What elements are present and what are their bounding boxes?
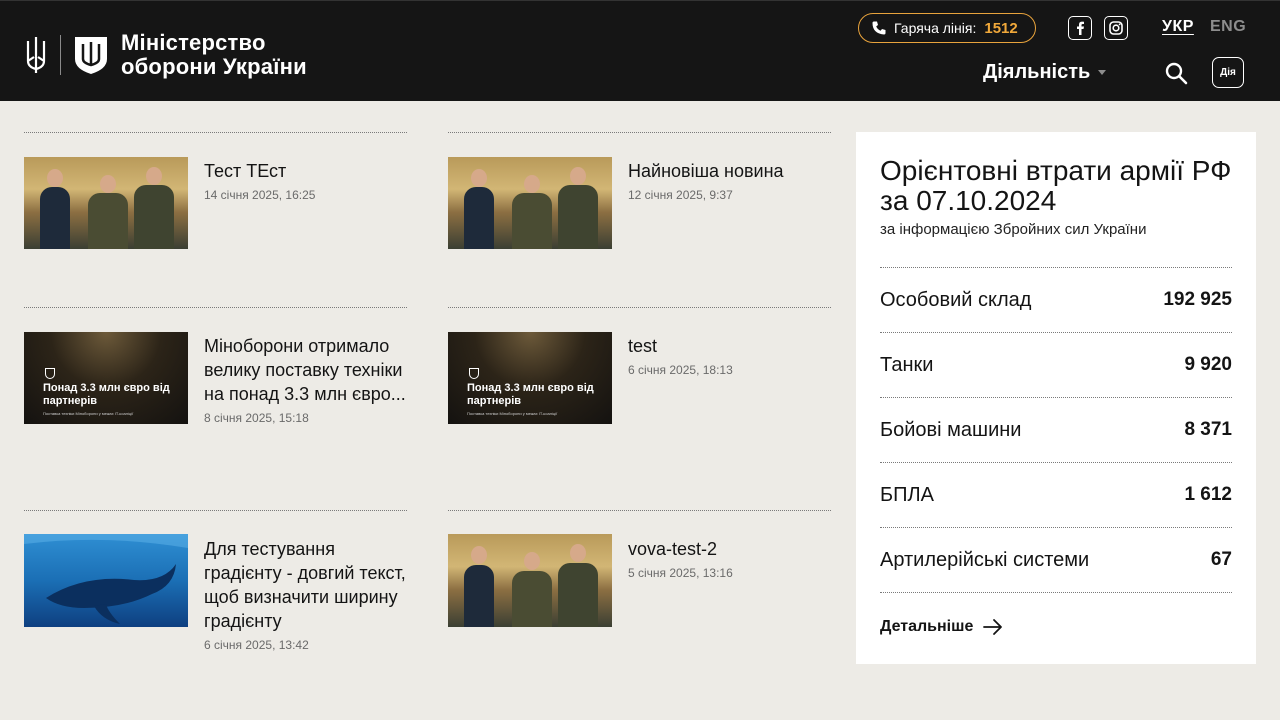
loss-label: Артилерійські системи — [880, 548, 1090, 571]
shield-icon — [45, 368, 55, 379]
thumbnail-text: Понад 3.3 млн євро від партнерів — [467, 382, 594, 407]
news-date: 5 січня 2025, 13:16 — [628, 566, 733, 580]
instagram-icon — [1109, 21, 1123, 35]
news-text: Тест ТЕст 14 січня 2025, 16:25 — [204, 159, 407, 202]
news-date: 6 січня 2025, 13:42 — [204, 638, 309, 652]
news-title[interactable]: Найновіша новина — [628, 159, 831, 183]
more-details-link[interactable]: Детальніше — [880, 618, 1003, 636]
loss-label: Танки — [880, 353, 934, 376]
thumbnail-caption: Поставка техніки Міноборони у межах IT-к… — [467, 411, 558, 416]
whale-icon — [24, 534, 188, 624]
hangar-photo: Понад 3.3 млн євро від партнерів Поставк… — [24, 332, 188, 424]
loss-value: 192 925 — [1163, 289, 1232, 310]
news-card[interactable]: Найновіша новина 12 січня 2025, 9:37 — [448, 132, 831, 282]
news-thumbnail[interactable]: Понад 3.3 млн євро від партнерів Поставк… — [24, 332, 188, 424]
chevron-down-icon — [1098, 70, 1107, 75]
losses-subtitle: за інформацією Збройних сил України — [880, 221, 1147, 238]
hotline-number: 1512 — [984, 19, 1018, 37]
trident-icon — [26, 37, 46, 73]
shield-icon — [469, 368, 479, 379]
team-photo — [448, 534, 612, 627]
loss-row-combat-vehicles: Бойові машини 8 371 — [880, 397, 1232, 462]
news-card[interactable]: Для тестування градієнту - довгий текст,… — [24, 510, 407, 690]
lang-eng-link[interactable]: ENG — [1210, 18, 1246, 36]
loss-value: 1 612 — [1184, 484, 1232, 505]
thumbnail-caption: Поставка техніки Міноборони у межах IT-к… — [43, 411, 134, 416]
loss-row-uav: БПЛА 1 612 — [880, 462, 1232, 527]
loss-value: 8 371 — [1184, 419, 1232, 440]
news-title[interactable]: vova-test-2 — [628, 537, 831, 561]
hangar-photo: Понад 3.3 млн євро від партнерів Поставк… — [448, 332, 612, 424]
news-title[interactable]: Тест ТЕст — [204, 159, 407, 183]
news-date: 6 січня 2025, 18:13 — [628, 363, 733, 377]
logo-divider — [60, 35, 61, 75]
thumbnail-text: Понад 3.3 млн євро від партнерів — [43, 382, 170, 407]
loss-value: 67 — [1210, 549, 1232, 570]
news-text: vova-test-2 5 січня 2025, 13:16 — [628, 537, 831, 580]
nav-activity-menu[interactable]: Діяльність — [983, 61, 1107, 84]
shield-trident-icon — [75, 37, 107, 74]
divider — [880, 592, 1232, 593]
news-card[interactable]: Понад 3.3 млн євро від партнерів Поставк… — [24, 307, 407, 487]
team-photo — [24, 157, 188, 249]
enemy-losses-panel: Орієнтовні втрати армії РФ за 07.10.2024… — [856, 132, 1256, 664]
hotline-label: Гаряча лінія: — [894, 20, 977, 36]
news-date: 8 січня 2025, 15:18 — [204, 411, 309, 425]
loss-row-tanks: Танки 9 920 — [880, 332, 1232, 397]
diia-button[interactable]: Дія — [1212, 57, 1244, 88]
news-date: 12 січня 2025, 9:37 — [628, 188, 733, 202]
news-card[interactable]: Тест ТЕст 14 січня 2025, 16:25 — [24, 132, 407, 282]
phone-icon — [872, 21, 886, 35]
news-thumbnail[interactable] — [448, 157, 612, 249]
news-card[interactable]: vova-test-2 5 січня 2025, 13:16 — [448, 510, 831, 690]
nav-activity-label: Діяльність — [983, 61, 1091, 83]
more-details-label: Детальніше — [880, 618, 974, 635]
news-card[interactable]: Понад 3.3 млн євро від партнерів Поставк… — [448, 307, 831, 487]
team-photo — [448, 157, 612, 249]
logo-text: Міністерство оборони України — [121, 31, 307, 79]
news-text: Міноборони отримало велику поставку техн… — [204, 334, 407, 425]
ministry-logo[interactable]: Міністерство оборони України — [24, 31, 307, 79]
news-text: Для тестування градієнту - довгий текст,… — [204, 537, 407, 652]
logo-line-2: оборони України — [121, 54, 307, 79]
news-title[interactable]: Для тестування градієнту - довгий текст,… — [204, 537, 407, 633]
loss-label: Бойові машини — [880, 418, 1022, 441]
site-header: Міністерство оборони України Гаряча ліні… — [0, 0, 1280, 101]
whale-photo — [24, 534, 188, 627]
news-date: 14 січня 2025, 16:25 — [204, 188, 316, 202]
news-thumbnail[interactable] — [24, 157, 188, 249]
losses-title: Орієнтовні втрати армії РФ за 07.10.2024 — [880, 155, 1232, 216]
news-thumbnail[interactable] — [448, 534, 612, 627]
lang-ukr-link[interactable]: УКР — [1162, 18, 1194, 36]
loss-label: БПЛА — [880, 483, 934, 506]
hotline-button[interactable]: Гаряча лінія: 1512 — [858, 13, 1036, 43]
instagram-link[interactable] — [1104, 16, 1128, 40]
loss-value: 9 920 — [1184, 354, 1232, 375]
search-icon[interactable] — [1164, 61, 1188, 85]
loss-row-artillery: Артилерійські системи 67 — [880, 527, 1232, 592]
loss-label: Особовий склад — [880, 288, 1032, 311]
news-title[interactable]: test — [628, 334, 831, 358]
loss-row-personnel: Особовий склад 192 925 — [880, 267, 1232, 332]
arrow-right-icon — [983, 619, 1003, 635]
news-text: test 6 січня 2025, 18:13 — [628, 334, 831, 377]
news-title[interactable]: Міноборони отримало велику поставку техн… — [204, 334, 407, 406]
facebook-icon — [1077, 21, 1084, 35]
logo-line-1: Міністерство — [121, 30, 266, 55]
diia-label: Дія — [1220, 67, 1236, 78]
facebook-link[interactable] — [1068, 16, 1092, 40]
news-thumbnail[interactable] — [24, 534, 188, 627]
news-thumbnail[interactable]: Понад 3.3 млн євро від партнерів Поставк… — [448, 332, 612, 424]
news-text: Найновіша новина 12 січня 2025, 9:37 — [628, 159, 831, 202]
